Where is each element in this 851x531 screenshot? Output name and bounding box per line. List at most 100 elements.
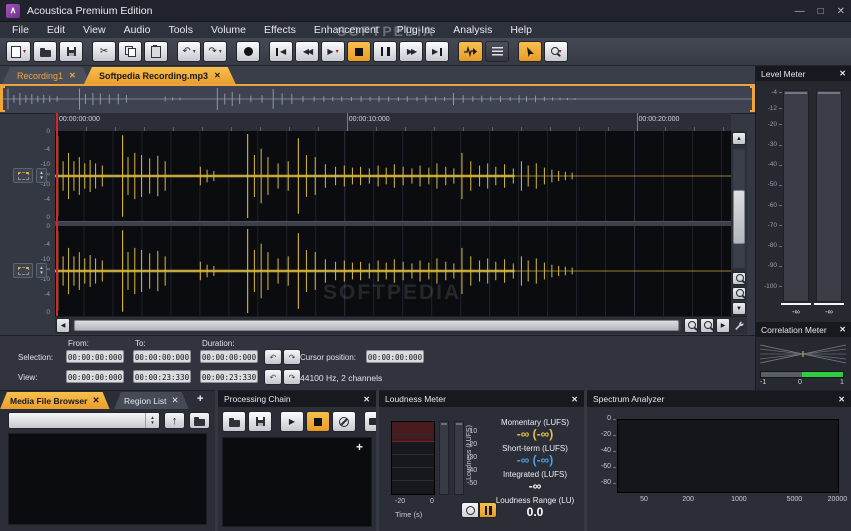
copy-button[interactable] <box>118 41 142 62</box>
close-panel-icon[interactable]: ✕ <box>839 325 846 334</box>
open-file-button[interactable] <box>33 41 57 62</box>
browse-folder-button[interactable] <box>189 412 210 429</box>
save-button[interactable] <box>59 41 83 62</box>
menu-tools[interactable]: Tools <box>159 22 202 38</box>
add-panel-tab-button[interactable]: + <box>197 393 203 405</box>
zoom-out-vertical-button[interactable] <box>732 287 746 300</box>
zoom-out-button[interactable] <box>700 318 714 333</box>
view-to-field[interactable]: 00:00:23:330 <box>133 370 191 383</box>
zoom-in-vertical-button[interactable] <box>732 272 746 285</box>
paste-button[interactable] <box>144 41 168 62</box>
tab-media-file-browser[interactable]: Media File Browser ✕ <box>0 392 110 409</box>
tab-region-list[interactable]: Region List ✕ <box>114 392 189 409</box>
chain-save-button[interactable] <box>248 411 272 432</box>
scroll-down-button[interactable]: ▼ <box>732 302 746 315</box>
channel-1-spinner[interactable]: ▲▼ <box>36 168 47 183</box>
selection-redo-button[interactable]: ↷ <box>283 349 301 365</box>
stop-button[interactable] <box>347 41 371 62</box>
new-file-button[interactable]: ▾ <box>6 41 31 62</box>
zoom-tool-button[interactable]: ▾ <box>544 41 568 62</box>
vertical-scrollbar[interactable]: ▲ ▼ <box>731 131 747 316</box>
go-to-start-button[interactable]: ◀ <box>269 41 293 62</box>
cursor-position-field[interactable]: 00:00:00:000 <box>366 350 424 363</box>
play-button[interactable]: ▶▾ <box>321 41 345 62</box>
horizontal-scroll-thumb[interactable] <box>74 320 679 331</box>
minimize-button[interactable]: — <box>795 6 805 17</box>
close-panel-icon[interactable]: ✕ <box>363 395 370 404</box>
waveform-channel-2[interactable] <box>55 226 731 316</box>
close-tab-icon[interactable]: ✕ <box>69 71 76 80</box>
menu-audio[interactable]: Audio <box>115 22 160 38</box>
menu-edit[interactable]: Edit <box>38 22 74 38</box>
scroll-left-button[interactable]: ◀ <box>56 318 70 333</box>
close-panel-icon[interactable]: ✕ <box>839 69 846 78</box>
menu-help[interactable]: Help <box>501 22 541 38</box>
scrollbar-settings-button[interactable] <box>731 316 747 334</box>
scroll-up-button[interactable]: ▲ <box>732 132 746 145</box>
tab-recording1[interactable]: Recording1 ✕ <box>2 67 91 84</box>
scroll-right-button[interactable]: ▶ <box>716 318 730 333</box>
chain-bypass-button[interactable] <box>332 411 356 432</box>
view-undo-button[interactable]: ↶ <box>264 369 282 385</box>
chain-apply-button[interactable]: Ap <box>364 411 376 432</box>
channel-2-options-button[interactable] <box>13 263 33 278</box>
pause-button[interactable] <box>373 41 397 62</box>
chain-open-button[interactable] <box>222 411 246 432</box>
playback-cursor[interactable] <box>56 113 58 316</box>
maximize-button[interactable]: □ <box>818 6 824 17</box>
add-processor-button[interactable]: + <box>356 440 363 454</box>
horizontal-scrollbar[interactable]: ◀ ▶ <box>55 316 731 334</box>
close-window-button[interactable]: ✕ <box>837 6 845 17</box>
processing-chain-list[interactable]: + <box>222 437 372 527</box>
menu-plugins[interactable]: Plug-Ins <box>388 22 445 38</box>
record-button[interactable] <box>236 41 260 62</box>
rewind-button[interactable]: ◀◀ <box>295 41 319 62</box>
selection-to-field[interactable]: 00:00:00:000 <box>133 350 191 363</box>
menu-analysis[interactable]: Analysis <box>444 22 501 38</box>
go-to-end-button[interactable]: ▶ <box>425 41 449 62</box>
tab-softpedia-recording[interactable]: Softpedia Recording.mp3 ✕ <box>84 67 236 84</box>
chain-play-button[interactable]: ▶ <box>280 411 304 432</box>
menu-enhancement[interactable]: Enhancement <box>305 22 388 38</box>
view-range-start-handle[interactable] <box>0 86 5 112</box>
channel-2-spinner[interactable]: ▲▼ <box>36 263 47 278</box>
menu-file[interactable]: File <box>3 22 38 38</box>
view-duration-field[interactable]: 00:00:23:330 <box>200 370 258 383</box>
folder-path-combobox[interactable]: ▲▼ <box>8 412 160 429</box>
horizontal-scroll-track[interactable] <box>72 319 682 332</box>
menu-volume[interactable]: Volume <box>202 22 255 38</box>
menu-effects[interactable]: Effects <box>255 22 305 38</box>
playlist-button[interactable] <box>485 41 509 62</box>
loop-playback-button[interactable] <box>458 41 483 62</box>
close-tab-icon[interactable]: ✕ <box>214 71 221 80</box>
vertical-scroll-track[interactable] <box>732 148 746 269</box>
close-panel-icon[interactable]: ✕ <box>571 395 578 404</box>
fast-forward-button[interactable]: ▶▶ <box>399 41 423 62</box>
tab-label: Region List <box>124 396 167 406</box>
loudness-reset-button[interactable] <box>461 502 479 518</box>
undo-button[interactable]: ↶▾ <box>177 41 201 62</box>
parent-folder-button[interactable]: ↑ <box>164 412 185 429</box>
waveform-channel-1[interactable] <box>55 131 731 221</box>
view-from-field[interactable]: 00:00:00:000 <box>66 370 124 383</box>
menu-view[interactable]: View <box>74 22 115 38</box>
selection-duration-field[interactable]: 00:00:00:000 <box>200 350 258 363</box>
time-ruler[interactable]: 00:00:00:00000:00:10:00000:00:20:000 <box>55 113 731 132</box>
app-logo-icon: ∧ <box>6 4 20 18</box>
selection-undo-button[interactable]: ↶ <box>264 349 282 365</box>
close-tab-icon[interactable]: ✕ <box>92 395 99 406</box>
selection-from-field[interactable]: 00:00:00:000 <box>66 350 124 363</box>
close-panel-icon[interactable]: ✕ <box>838 395 845 404</box>
channel-1-options-button[interactable] <box>13 168 33 183</box>
selection-tool-button[interactable] <box>518 41 542 62</box>
zoom-in-button[interactable] <box>684 318 698 333</box>
close-tab-icon[interactable]: ✕ <box>172 395 179 406</box>
media-file-list[interactable] <box>8 433 207 525</box>
cut-button[interactable]: ✂ <box>92 41 116 62</box>
vertical-scroll-thumb[interactable] <box>733 190 745 244</box>
waveform-overview[interactable] <box>0 86 755 114</box>
chain-stop-button[interactable] <box>306 411 330 432</box>
redo-button[interactable]: ↷▾ <box>203 41 227 62</box>
view-redo-button[interactable]: ↷ <box>283 369 301 385</box>
open-folder-icon <box>229 420 240 427</box>
